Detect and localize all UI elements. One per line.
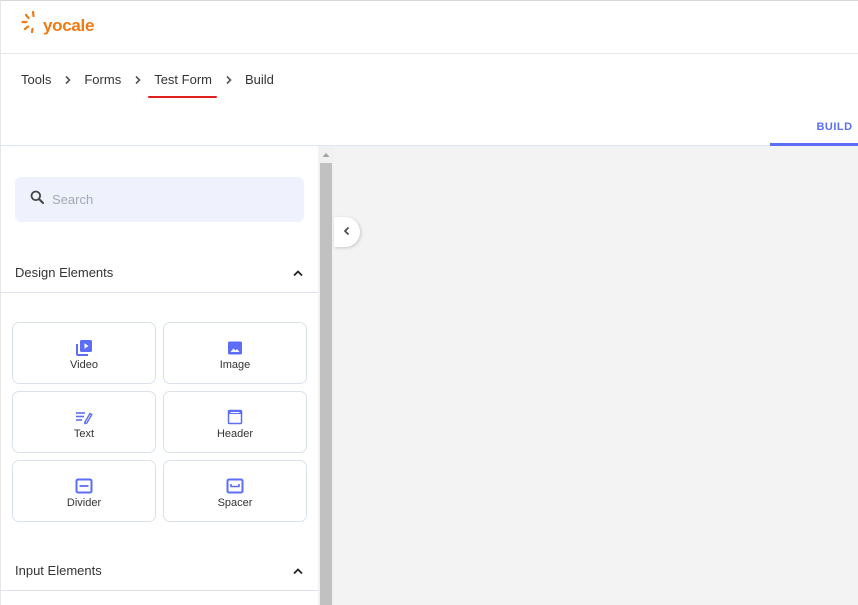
sidebar-scrollbar[interactable] xyxy=(318,146,334,605)
spacer-icon xyxy=(225,476,245,496)
section-title: Input Elements xyxy=(15,563,102,578)
chevron-left-icon xyxy=(343,223,351,241)
element-tile-video[interactable]: Video xyxy=(12,322,156,384)
breadcrumb-test-form[interactable]: Test Form xyxy=(148,72,217,98)
tile-label: Text xyxy=(73,427,95,440)
section-input-elements[interactable]: Input Elements xyxy=(1,551,318,591)
element-tile-text[interactable]: Text xyxy=(12,391,156,453)
chevron-right-icon xyxy=(225,75,233,85)
tile-label: Divider xyxy=(66,496,102,509)
scroll-up-arrow-icon[interactable] xyxy=(318,148,334,162)
chevron-right-icon xyxy=(64,75,72,85)
tab-bar: BUILD xyxy=(1,109,858,146)
tile-label: Header xyxy=(216,427,254,440)
chevron-up-icon[interactable] xyxy=(292,264,304,282)
search-input[interactable] xyxy=(52,192,282,207)
logo[interactable]: yocale xyxy=(21,10,94,39)
tile-label: Video xyxy=(70,358,98,371)
section-title: Design Elements xyxy=(15,265,114,280)
header-window-icon xyxy=(225,407,245,427)
breadcrumb: Tools Forms Test Form Build xyxy=(21,72,274,98)
search-icon xyxy=(30,190,44,209)
top-bar: yocale xyxy=(1,1,858,54)
search-box[interactable] xyxy=(15,177,304,222)
breadcrumb-forms[interactable]: Forms xyxy=(84,72,121,87)
tab-build[interactable]: BUILD xyxy=(770,109,858,146)
video-library-icon xyxy=(74,338,94,358)
breadcrumb-tools[interactable]: Tools xyxy=(21,72,51,87)
element-tile-divider[interactable]: Divider xyxy=(12,460,156,522)
element-tile-header[interactable]: Header xyxy=(163,391,307,453)
design-elements-grid: Video Image Text Header Divider Spacer xyxy=(12,322,308,522)
image-icon xyxy=(225,338,245,358)
element-tile-spacer[interactable]: Spacer xyxy=(163,460,307,522)
logo-text: yocale xyxy=(43,15,95,35)
form-canvas xyxy=(334,146,858,605)
elements-sidebar: Design Elements Video xyxy=(1,146,318,605)
section-design-elements[interactable]: Design Elements xyxy=(1,253,318,293)
chevron-up-icon[interactable] xyxy=(292,562,304,580)
form-builder-page: yocale Tools Forms Test Form Build BUILD xyxy=(0,0,858,605)
scrollbar-thumb[interactable] xyxy=(320,163,332,605)
element-tile-image[interactable]: Image xyxy=(163,322,307,384)
chevron-right-icon xyxy=(134,75,142,85)
sun-logo-icon xyxy=(21,10,41,39)
tile-label: Spacer xyxy=(217,496,253,509)
divider-icon xyxy=(74,476,94,496)
tile-label: Image xyxy=(219,358,251,371)
breadcrumb-build: Build xyxy=(245,72,274,87)
text-edit-icon xyxy=(74,407,94,427)
